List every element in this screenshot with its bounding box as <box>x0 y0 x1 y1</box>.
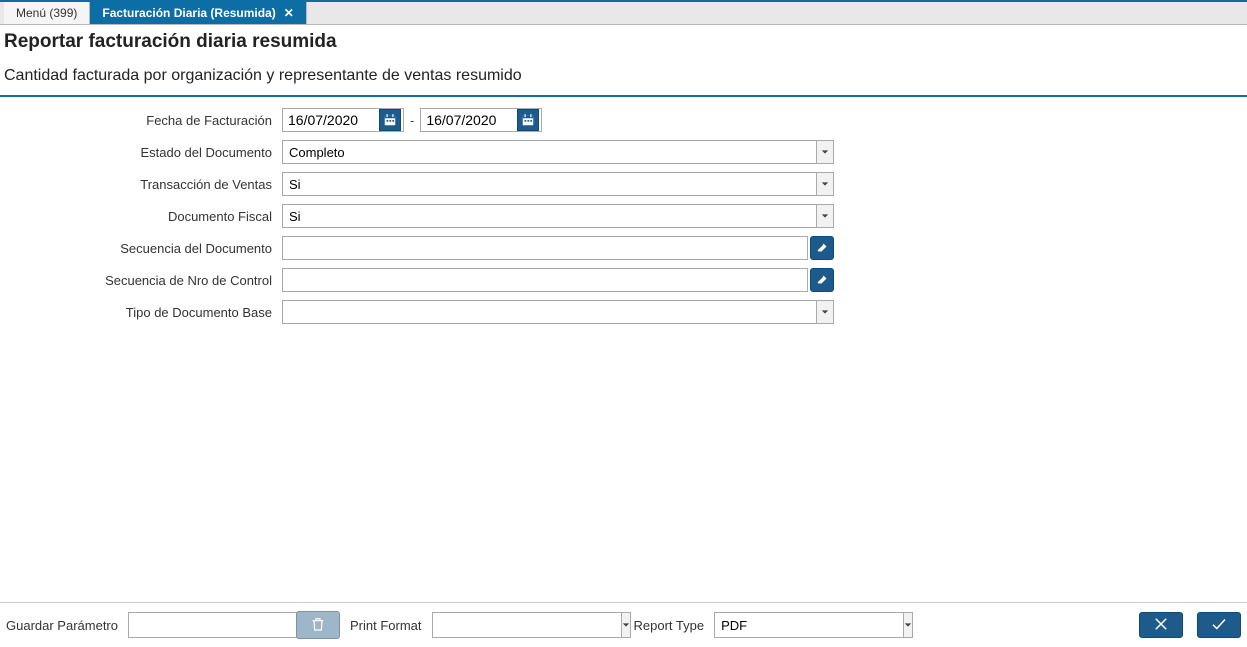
lookup-secuencia-nro-control <box>282 268 834 292</box>
chevron-down-icon[interactable] <box>903 612 913 638</box>
tab-menu[interactable]: Menú (399) <box>4 2 90 24</box>
input-report-type[interactable] <box>714 612 903 638</box>
chevron-down-icon[interactable] <box>816 140 834 164</box>
date-to-wrap <box>420 108 542 132</box>
check-icon <box>1210 615 1228 636</box>
close-icon[interactable]: ✕ <box>284 6 294 20</box>
tab-facturacion[interactable]: Facturación Diaria (Resumida) ✕ <box>90 2 306 24</box>
chevron-down-icon[interactable] <box>621 612 631 638</box>
label-transaccion-ventas: Transacción de Ventas <box>4 177 282 192</box>
chevron-down-icon[interactable] <box>816 204 834 228</box>
label-tipo-documento-base: Tipo de Documento Base <box>4 305 282 320</box>
row-tipo-documento-base: Tipo de Documento Base <box>4 299 1243 325</box>
combo-report-type[interactable] <box>714 612 866 638</box>
ok-button[interactable] <box>1197 612 1241 638</box>
row-secuencia-nro-control: Secuencia de Nro de Control <box>4 267 1243 293</box>
input-estado-documento[interactable] <box>282 140 816 164</box>
tab-menu-label: Menú (399) <box>16 6 77 20</box>
form-area: Fecha de Facturación - Estado del Docume… <box>0 97 1247 602</box>
combo-tipo-documento-base[interactable] <box>282 300 834 324</box>
row-estado-documento: Estado del Documento <box>4 139 1243 165</box>
eraser-icon[interactable] <box>810 268 834 292</box>
combo-estado-documento[interactable] <box>282 140 834 164</box>
label-secuencia-nro-control: Secuencia de Nro de Control <box>4 273 282 288</box>
close-icon <box>1152 615 1170 636</box>
calendar-icon[interactable] <box>517 109 539 131</box>
row-fecha-facturacion: Fecha de Facturación - <box>4 107 1243 133</box>
input-tipo-documento-base[interactable] <box>282 300 816 324</box>
lookup-secuencia-documento <box>282 236 834 260</box>
delete-button[interactable] <box>296 611 340 639</box>
input-secuencia-nro-control[interactable] <box>282 268 808 292</box>
row-secuencia-documento: Secuencia del Documento <box>4 235 1243 261</box>
tab-facturacion-label: Facturación Diaria (Resumida) <box>102 6 275 20</box>
row-documento-fiscal: Documento Fiscal <box>4 203 1243 229</box>
combo-guardar-parametro[interactable] <box>128 612 286 638</box>
combo-transaccion-ventas[interactable] <box>282 172 834 196</box>
chevron-down-icon[interactable] <box>816 172 834 196</box>
combo-print-format[interactable] <box>432 612 624 638</box>
tab-bar: Menú (399) Facturación Diaria (Resumida)… <box>0 0 1247 25</box>
label-secuencia-documento: Secuencia del Documento <box>4 241 282 256</box>
input-guardar-parametro[interactable] <box>128 612 317 638</box>
label-guardar-parametro: Guardar Parámetro <box>6 618 118 633</box>
cancel-button[interactable] <box>1139 612 1183 638</box>
input-transaccion-ventas[interactable] <box>282 172 816 196</box>
eraser-icon[interactable] <box>810 236 834 260</box>
label-estado-documento: Estado del Documento <box>4 145 282 160</box>
page-subtitle: Cantidad facturada por organización y re… <box>4 67 1243 85</box>
input-documento-fiscal[interactable] <box>282 204 816 228</box>
combo-documento-fiscal[interactable] <box>282 204 834 228</box>
label-print-format: Print Format <box>350 618 422 633</box>
row-transaccion-ventas: Transacción de Ventas <box>4 171 1243 197</box>
trash-icon <box>310 616 326 635</box>
label-documento-fiscal: Documento Fiscal <box>4 209 282 224</box>
calendar-icon[interactable] <box>379 109 401 131</box>
chevron-down-icon[interactable] <box>816 300 834 324</box>
date-separator: - <box>404 113 420 128</box>
page-header: Reportar facturación diaria resumida Can… <box>0 25 1247 97</box>
control-fecha-facturacion: - <box>282 108 542 132</box>
date-from-wrap <box>282 108 404 132</box>
date-to-input[interactable] <box>421 109 517 131</box>
date-from-input[interactable] <box>283 109 379 131</box>
label-fecha-facturacion: Fecha de Facturación <box>4 113 282 128</box>
page-title: Reportar facturación diaria resumida <box>4 31 1243 53</box>
input-print-format[interactable] <box>432 612 621 638</box>
input-secuencia-documento[interactable] <box>282 236 808 260</box>
label-report-type: Report Type <box>634 618 705 633</box>
footer-bar: Guardar Parámetro Print Format Report Ty… <box>0 602 1247 647</box>
